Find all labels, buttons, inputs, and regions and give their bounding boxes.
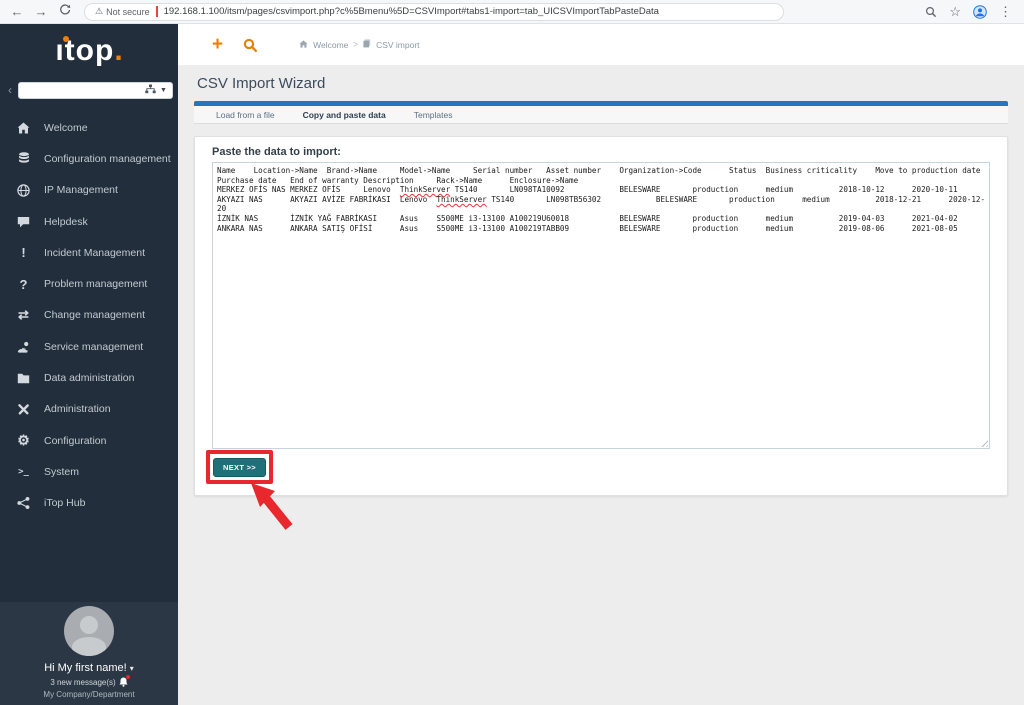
logo-dot: . [114,34,123,67]
paste-data-label: Paste the data to import: [212,146,341,158]
browser-toolbar: ← → ⚠ Not secure 192.168.1.100/itsm/page… [0,0,1024,24]
csv-textarea[interactable]: Name Location->Name Brand->Name Model->N… [212,162,991,449]
breadcrumb-page-icon [363,39,371,50]
folder-icon [15,373,32,384]
chevron-down-icon: ▼ [160,86,167,94]
sidebar-item-welcome[interactable]: Welcome [0,112,178,143]
tabstrip: Load from a file Copy and paste data Tem… [194,106,1009,124]
comment-icon [15,216,32,228]
user-organization: My Company/Department [43,690,135,699]
bookmark-star-icon[interactable]: ☆ [949,4,961,20]
sidebar-item-problem-management[interactable]: ? Problem management [0,268,178,299]
sidebar-collapse-icon[interactable]: ‹ [8,83,12,97]
annotation-arrow [251,483,293,530]
sidebar-menu: Welcome Configuration management IP Mana… [0,112,178,519]
global-search-icon[interactable] [243,38,258,52]
user-avatar[interactable] [64,606,114,656]
database-icon [15,152,32,165]
question-icon: ? [19,276,28,292]
exclamation-icon: ! [21,245,26,261]
breadcrumb-home-icon [299,39,308,50]
next-button[interactable]: NEXT >> [213,458,266,477]
csv-text: Name Location->Name Brand->Name Model->N… [217,166,986,233]
sidebar-item-administration[interactable]: Administration [0,394,178,425]
not-secure-label: Not secure [106,6,150,17]
organization-selector[interactable]: ▼ [18,81,173,99]
refresh-icon[interactable] [56,4,74,19]
create-new-button[interactable]: + [212,35,223,54]
tools-icon [15,403,32,416]
address-bar[interactable]: ⚠ Not secure 192.168.1.100/itsm/pages/cs… [84,2,784,21]
forward-icon[interactable]: → [32,4,50,19]
itop-logo[interactable]: ıtop. [0,24,178,74]
messages-count: 3 new message(s) [50,677,116,687]
tab-copy-and-paste[interactable]: Copy and paste data [289,106,400,123]
sidebar-item-system[interactable]: >_ System [0,456,178,487]
back-icon[interactable]: ← [8,4,26,19]
logo-i-dot [63,36,69,42]
sidebar-item-change-management[interactable]: ⇄ Change management [0,300,178,331]
sidebar-item-ip-management[interactable]: IP Management [0,175,178,206]
sidebar-item-incident-management[interactable]: ! Incident Management [0,237,178,268]
sidebar-item-helpdesk[interactable]: Helpdesk [0,206,178,237]
sidebar-item-configuration[interactable]: ⚙ Configuration [0,425,178,456]
tab-templates[interactable]: Templates [400,106,467,123]
breadcrumb-welcome[interactable]: Welcome [313,40,348,50]
url-text: 192.168.1.100/itsm/pages/csvimport.php?c… [163,6,659,17]
app-toolbar: + Welcome > CSV import [178,24,1024,65]
sidebar-item-configuration-management[interactable]: Configuration management [0,143,178,174]
browser-menu-icon[interactable]: ⋮ [999,4,1012,20]
zoom-icon[interactable] [925,6,937,18]
page-title: CSV Import Wizard [197,75,326,92]
profile-avatar-icon[interactable] [973,4,987,19]
sitemap-icon [145,81,156,99]
share-icon [15,497,32,510]
gear-icon: ⚙ [17,432,30,449]
globe-icon [15,184,32,197]
not-secure-badge[interactable]: ⚠ Not secure [95,6,150,17]
terminal-icon: >_ [18,466,29,477]
sidebar-item-itop-hub[interactable]: iTop Hub [0,488,178,519]
user-caret-icon: ▾ [129,664,134,673]
exchange-arrows-icon: ⇄ [18,307,29,323]
sidebar-item-data-administration[interactable]: Data administration [0,362,178,393]
breadcrumb-separator: > [353,40,359,49]
hand-icon [15,341,32,353]
warning-icon: ⚠ [95,6,104,16]
sidebar: ıtop. ‹ ▼ Welcome Configuration manageme… [0,24,178,705]
user-greeting: Hi My first name! [44,662,127,674]
breadcrumb: Welcome > CSV import [299,39,420,50]
user-menu[interactable]: Hi My first name! ▾ [0,662,178,674]
organization-search-input[interactable] [24,85,141,95]
tab-load-from-file[interactable]: Load from a file [202,106,289,123]
new-messages[interactable]: 3 new message(s) [0,675,178,687]
home-icon [15,122,32,134]
breadcrumb-csv-import[interactable]: CSV import [376,40,419,50]
url-divider [155,6,158,17]
sidebar-item-service-management[interactable]: Service management [0,331,178,362]
resize-grip[interactable] [979,438,989,447]
bell-icon [119,675,130,687]
user-section: Hi My first name! ▾ 3 new message(s) My … [0,602,178,705]
paste-panel: Paste the data to import: Name Location-… [194,136,1009,530]
